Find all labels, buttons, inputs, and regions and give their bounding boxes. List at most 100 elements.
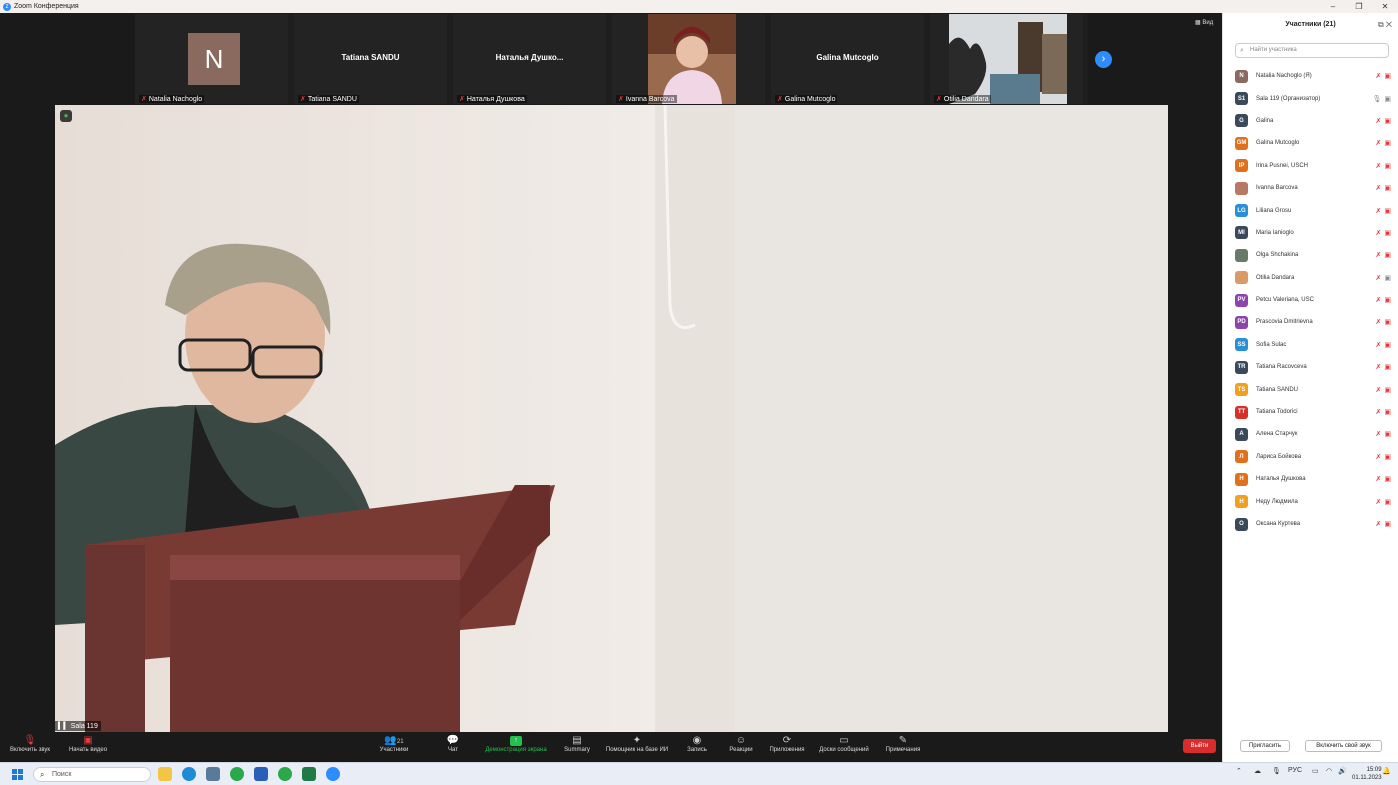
- tile-display-name: Наталья Душко...: [495, 53, 564, 62]
- participant-row[interactable]: TR Tatiana Racovceva ✗ ▣: [1235, 356, 1391, 378]
- participants-label: Участники: [379, 747, 409, 753]
- tray-app-icon[interactable]: ☁: [1254, 767, 1261, 775]
- participant-row[interactable]: О Оксана Куртева ✗ ▣: [1235, 513, 1391, 535]
- taskbar-search-input[interactable]: ⌕ Поиск: [33, 767, 151, 782]
- participants-panel: Участники (21) ⧉ ✕ ⌕ Найти участника N Na…: [1222, 13, 1398, 762]
- participant-row[interactable]: Olga Shchakina ✗ ▣: [1235, 244, 1391, 266]
- mic-muted-icon: ✗: [1375, 341, 1382, 349]
- unmute-button[interactable]: 🎙 Включить звук: [8, 734, 52, 753]
- tray-network-icon[interactable]: ▭: [1312, 767, 1319, 775]
- participant-row[interactable]: Ivanna Barcova ✗ ▣: [1235, 177, 1391, 199]
- invite-button[interactable]: Пригласить: [1240, 740, 1290, 752]
- video-tile[interactable]: Galina Mutcoglo ✗ Galina Mutcoglo: [771, 14, 924, 104]
- taskbar-clock[interactable]: 15:09 01.11.2023: [1352, 766, 1382, 782]
- video-off-icon: ▣: [1384, 297, 1391, 305]
- participant-name: Лариса Бойкова: [1256, 453, 1302, 460]
- participant-row[interactable]: LG Liliana Grosu ✗ ▣: [1235, 199, 1391, 221]
- windows-start-icon[interactable]: [12, 769, 24, 781]
- participant-row[interactable]: Л Лариса Бойкова ✗ ▣: [1235, 446, 1391, 468]
- video-tile[interactable]: ✗ Otilia Dandara: [930, 14, 1083, 104]
- share-screen-button[interactable]: ↑ Демонстрация экрана: [480, 734, 552, 753]
- chrome-icon[interactable]: [278, 767, 292, 781]
- participant-row[interactable]: N Natalia Nachoglo (Я) ✗ ▣: [1235, 65, 1391, 87]
- start-video-label: Начать видео: [68, 747, 108, 753]
- video-tile[interactable]: Наталья Душко... ✗ Наталья Душкова: [453, 14, 606, 104]
- taskbar-search-placeholder: Поиск: [52, 771, 72, 778]
- restore-icon[interactable]: ❐: [1346, 0, 1372, 13]
- next-page-button[interactable]: ›: [1095, 51, 1112, 68]
- share-screen-label: Демонстрация экрана: [485, 747, 547, 753]
- apps-button[interactable]: ⟳ Приложения: [766, 734, 808, 753]
- mic-muted-icon: ✗: [1375, 409, 1382, 417]
- word-icon[interactable]: [254, 767, 268, 781]
- start-video-button[interactable]: ▣ Начать видео: [66, 734, 110, 753]
- language-indicator[interactable]: РУС: [1288, 767, 1302, 774]
- mic-muted-icon: ✗: [141, 96, 147, 103]
- participant-row[interactable]: PV Petcu Valeriana, USC ✗ ▣: [1235, 289, 1391, 311]
- ai-companion-button[interactable]: ✦ Помощник на базе ИИ: [601, 734, 673, 753]
- reactions-button[interactable]: ☺ Реакции: [727, 734, 755, 753]
- participant-row[interactable]: MI Maria Ianioglo ✗ ▣: [1235, 222, 1391, 244]
- avatar: О: [1235, 517, 1248, 531]
- video-tile[interactable]: ✗ Ivanna Barcova: [612, 14, 765, 104]
- participant-row[interactable]: IP Irina Pusnei, USCH ✗ ▣: [1235, 155, 1391, 177]
- view-button[interactable]: ▦ Вид: [1195, 19, 1213, 26]
- mic-muted-icon: ✗: [1375, 319, 1382, 327]
- tray-chevron-icon[interactable]: ⌃: [1236, 767, 1242, 775]
- video-off-icon: ▣: [1384, 185, 1391, 193]
- excel-icon[interactable]: [302, 767, 316, 781]
- tile-name: ✗ Наталья Душкова: [457, 95, 527, 103]
- participant-row[interactable]: PD Prascovia Dmitrievna ✗ ▣: [1235, 311, 1391, 333]
- reactions-icon: ☺: [735, 735, 747, 746]
- participants-button[interactable]: 👥21 Участники: [376, 734, 412, 753]
- mic-muted-icon: ✗: [777, 96, 783, 103]
- app-icon[interactable]: [206, 767, 220, 781]
- chrome-icon[interactable]: [230, 767, 244, 781]
- close-icon[interactable]: ✕: [1372, 0, 1398, 13]
- popout-icon[interactable]: ⧉: [1378, 20, 1384, 29]
- participant-row[interactable]: Н Неду Людмила ✗ ▣: [1235, 490, 1391, 512]
- leave-button[interactable]: Выйти: [1183, 739, 1216, 753]
- participant-row[interactable]: G Galina ✗ ▣: [1235, 110, 1391, 132]
- participant-row[interactable]: TT Tatiana Todorici ✗ ▣: [1235, 401, 1391, 423]
- unmute-self-button[interactable]: Включить свой звук: [1305, 740, 1382, 752]
- mic-muted-icon: ✗: [1375, 476, 1382, 484]
- participant-row[interactable]: Otilia Dandara ✗ ▣: [1235, 267, 1391, 289]
- participant-name: Olga Shchakina: [1256, 252, 1299, 259]
- video-off-icon: ▣: [83, 735, 93, 746]
- video-tile[interactable]: N ✗ Natalia Nachoglo: [135, 14, 288, 104]
- participant-row[interactable]: А Алена Старчук ✗ ▣: [1235, 423, 1391, 445]
- whiteboards-button[interactable]: ▭ Доски сообщений: [814, 734, 874, 753]
- video-off-icon: ▣: [1384, 252, 1391, 260]
- participant-row[interactable]: Н Наталья Душкова ✗ ▣: [1235, 468, 1391, 490]
- zoom-logo-icon: z: [3, 2, 11, 11]
- minimize-icon[interactable]: –: [1320, 0, 1346, 13]
- participant-row[interactable]: S1 Sala 119 (Организатор) 🎙 ▣: [1235, 87, 1391, 109]
- file-explorer-icon[interactable]: [158, 767, 172, 781]
- video-off-icon: ▣: [1384, 409, 1391, 417]
- tray-volume-icon[interactable]: 🔊: [1338, 767, 1347, 775]
- participant-row[interactable]: SS Sofia Sulac ✗ ▣: [1235, 334, 1391, 356]
- chat-button[interactable]: 💬 Чат: [442, 734, 464, 753]
- mic-muted-icon: ✗: [1375, 297, 1382, 305]
- participant-row[interactable]: TS Tatiana SANDU ✗ ▣: [1235, 378, 1391, 400]
- notification-bell-icon[interactable]: 🔔: [1382, 767, 1391, 775]
- zoom-icon[interactable]: [326, 767, 340, 781]
- close-panel-icon[interactable]: ✕: [1386, 20, 1392, 29]
- mic-muted-icon: ✗: [300, 96, 306, 103]
- video-tile[interactable]: Tatiana SANDU ✗ Tatiana SANDU: [294, 14, 447, 104]
- tray-mic-icon[interactable]: 🎙: [1272, 767, 1281, 775]
- record-button[interactable]: ◉ Запись: [684, 734, 710, 753]
- participant-search-input[interactable]: ⌕ Найти участника: [1235, 43, 1389, 58]
- mic-off-icon: 🎙: [23, 735, 37, 746]
- participant-row[interactable]: GM Galina Mutcoglo ✗ ▣: [1235, 132, 1391, 154]
- search-icon: ⌕: [40, 770, 45, 779]
- apps-icon: ⟳: [782, 735, 792, 746]
- search-placeholder: Найти участника: [1250, 47, 1297, 53]
- participant-name: Tatiana SANDU: [1256, 386, 1299, 393]
- windows-taskbar: ⌕ Поиск ⌃ ☁ 🎙 РУС ▭ ◠ 🔊 15:09 01.11.2023…: [0, 762, 1398, 785]
- notes-button[interactable]: ✎ Примечания: [882, 734, 924, 753]
- summary-button[interactable]: ▤ Summary: [560, 734, 594, 753]
- tray-wifi-icon[interactable]: ◠: [1326, 767, 1332, 775]
- edge-icon[interactable]: [182, 767, 196, 781]
